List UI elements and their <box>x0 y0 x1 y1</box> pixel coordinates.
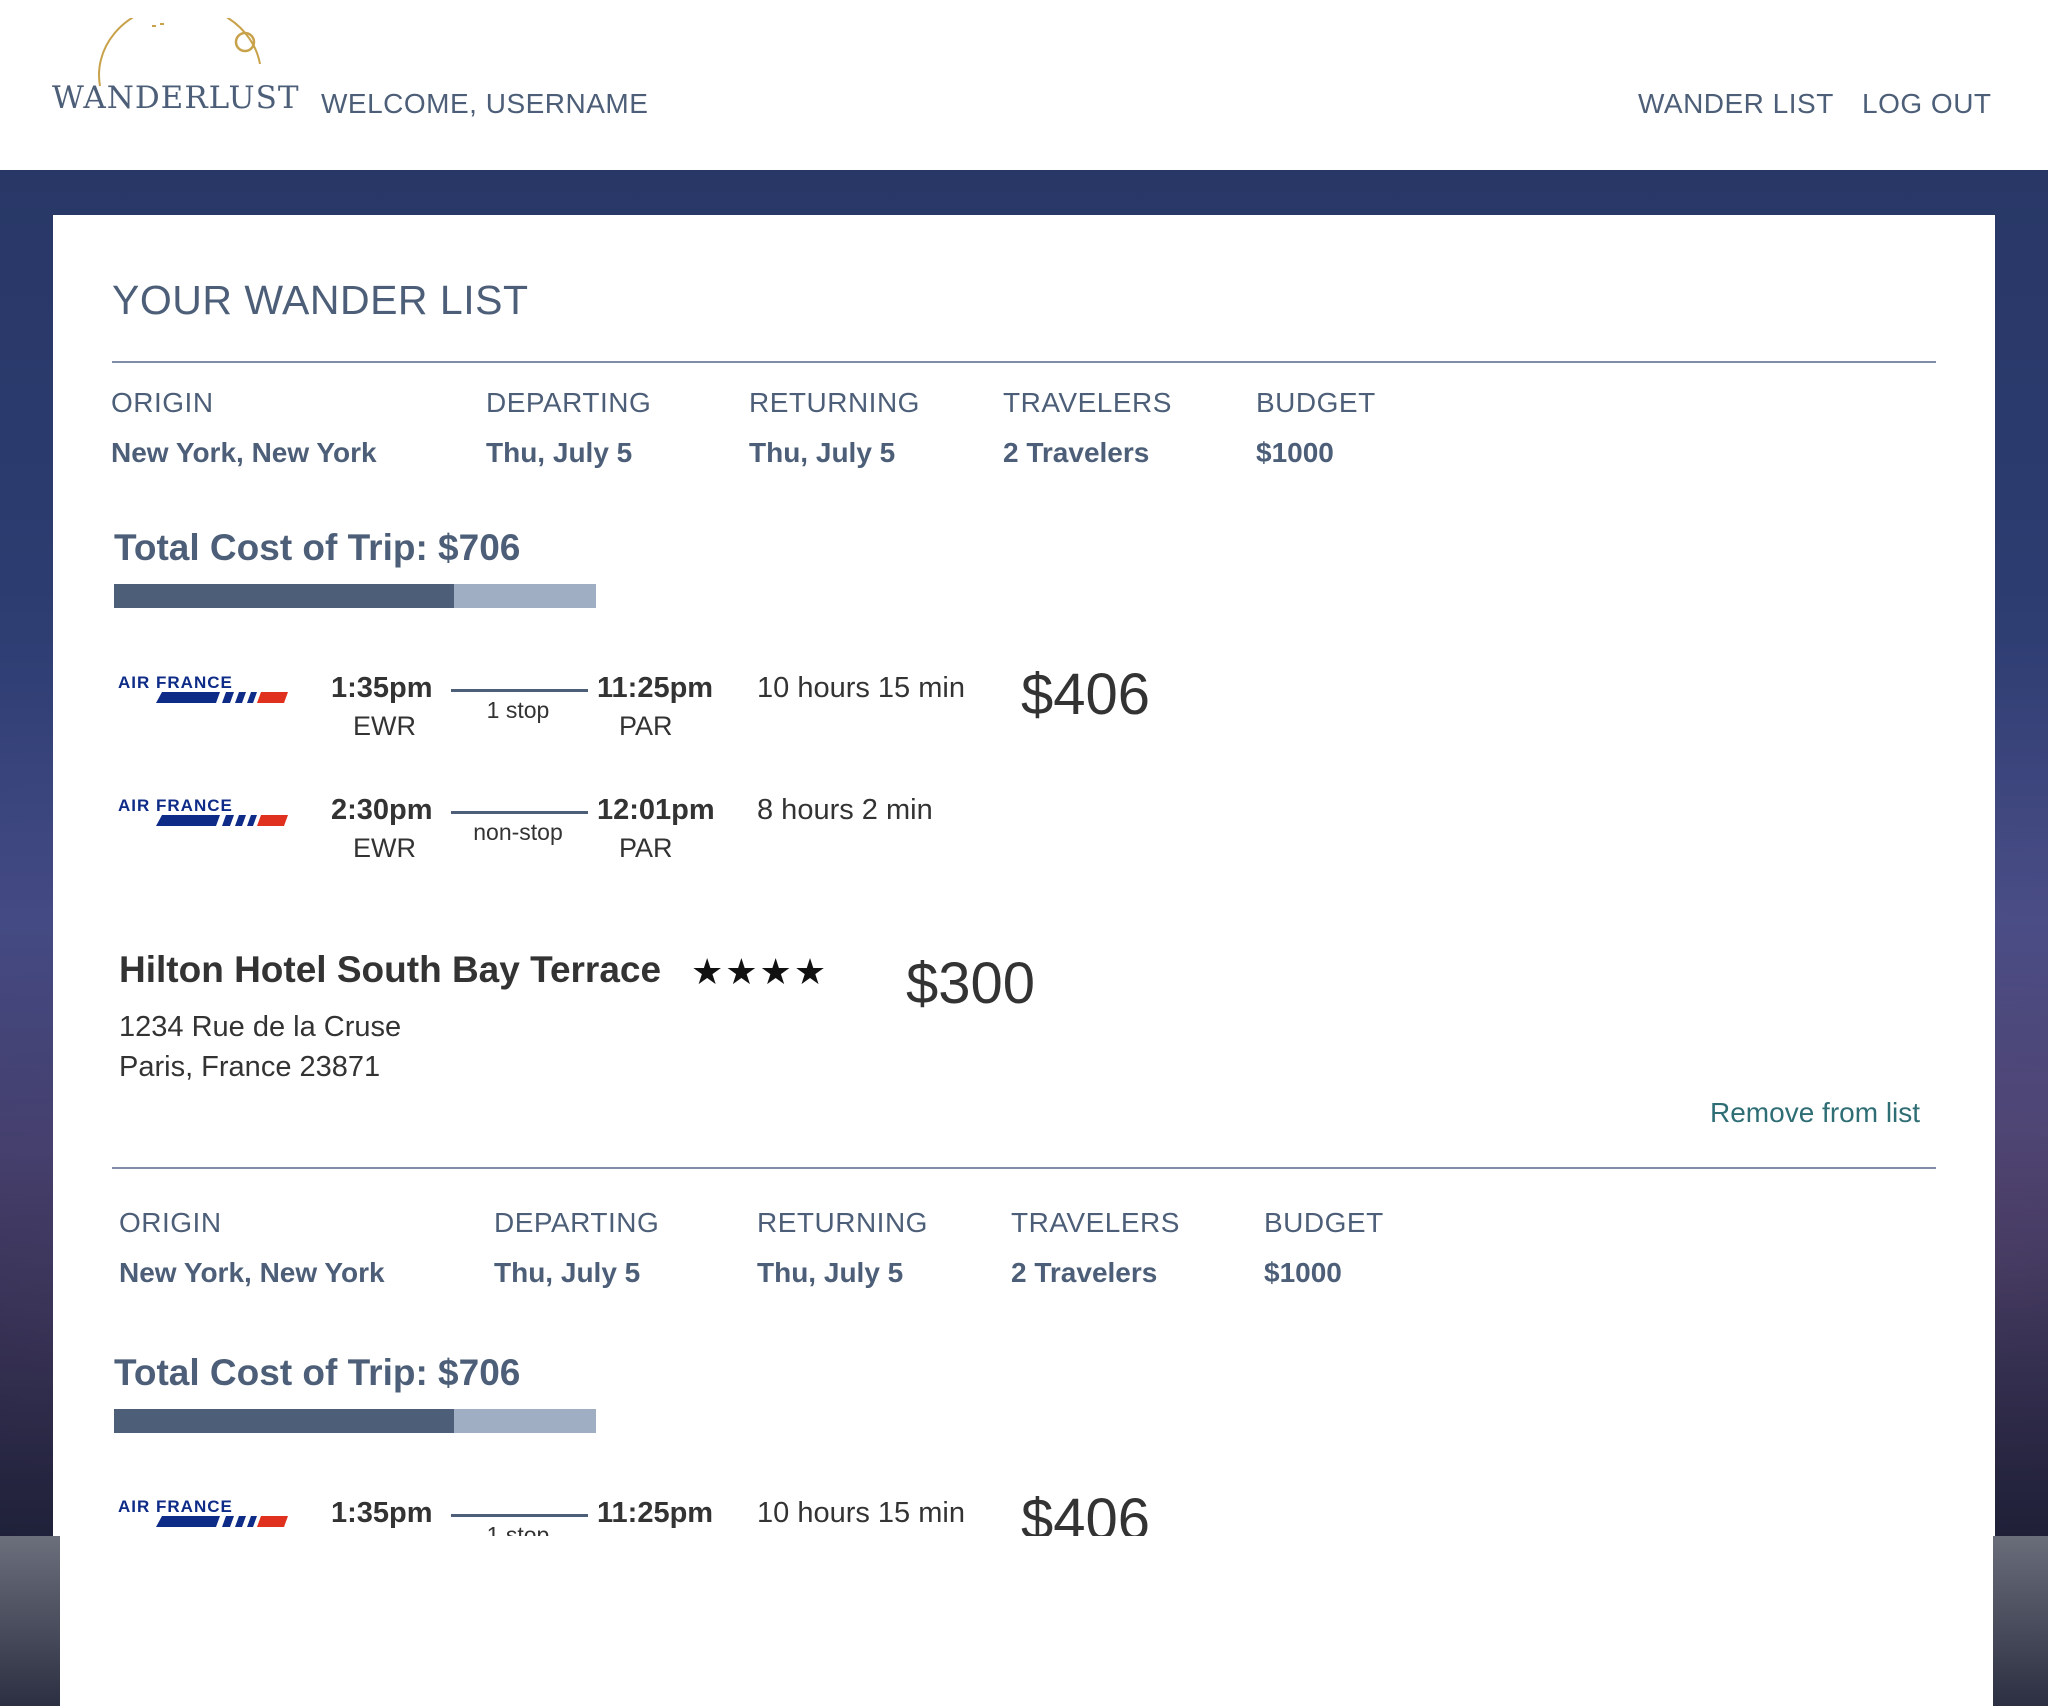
returning-label: RETURNING <box>749 387 920 418</box>
flight-duration: 8 hours 2 min <box>757 794 933 826</box>
budget-value: $1000 <box>1256 437 1334 468</box>
budget-label: BUDGET <box>1256 387 1376 418</box>
flight-route-line <box>451 811 588 814</box>
hotel-address-line1: 1234 Rue de la Cruse <box>119 1011 402 1043</box>
budget-progress-fill <box>114 584 455 608</box>
flight-stops: non-stop <box>473 819 563 845</box>
airline-name: AIR FRANCE <box>118 1497 233 1516</box>
flight-route-line <box>451 689 588 692</box>
origin-label: ORIGIN <box>119 1207 222 1238</box>
top-navbar: WANDERLUST WELCOME, USERNAME WANDER LIST… <box>0 0 2048 170</box>
hotel-star-rating: ★★★★ <box>691 951 829 992</box>
departing-value: Thu, July 5 <box>494 1257 641 1288</box>
departing-label: DEPARTING <box>486 387 652 418</box>
origin-value: New York, New York <box>111 437 377 468</box>
total-cost-heading: Total Cost of Trip: $706 <box>114 1352 521 1393</box>
origin-value: New York, New York <box>119 1257 385 1288</box>
travelers-value: 2 Travelers <box>1003 437 1150 468</box>
air-france-logo: AIR FRANCE <box>118 1497 288 1536</box>
budget-progress-bar <box>114 1409 596 1433</box>
arrive-airport: PAR <box>619 711 673 741</box>
page-title: YOUR WANDER LIST <box>112 277 529 323</box>
air-france-logo: AIR FRANCE <box>118 673 288 713</box>
background-city-left <box>0 1150 60 1706</box>
flight-price: $406 <box>1021 662 1151 727</box>
flight-price: $406 <box>1021 1487 1151 1536</box>
airline-stripes-icon <box>156 692 288 703</box>
depart-airport: EWR <box>353 833 416 863</box>
budget-value: $1000 <box>1264 1257 1342 1288</box>
origin-label: ORIGIN <box>111 387 214 418</box>
airline-name: AIR FRANCE <box>118 673 233 692</box>
wander-list-card: YOUR WANDER LIST ORIGIN DEPARTING RETURN… <box>53 215 1995 1536</box>
welcome-message: WELCOME, USERNAME <box>321 88 649 119</box>
background-city-right <box>1993 1130 2048 1706</box>
airline-stripes-icon <box>156 1516 288 1527</box>
budget-progress-bar <box>114 584 596 608</box>
flight-route-line <box>451 1514 588 1517</box>
departing-value: Thu, July 5 <box>486 437 633 468</box>
returning-value: Thu, July 5 <box>749 437 896 468</box>
divider <box>112 361 1936 363</box>
hotel-price: $300 <box>906 951 1036 1016</box>
air-france-logo: AIR FRANCE <box>118 796 288 836</box>
budget-progress-fill <box>114 1409 455 1433</box>
travelers-label: TRAVELERS <box>1003 387 1172 418</box>
logo-text: WANDERLUST <box>52 80 300 116</box>
returning-label: RETURNING <box>757 1207 928 1238</box>
arrive-time: 11:25pm <box>597 672 714 704</box>
wanderlust-logo[interactable]: WANDERLUST <box>52 18 300 122</box>
budget-label: BUDGET <box>1264 1207 1384 1238</box>
flight-duration: 10 hours 15 min <box>757 1497 965 1529</box>
returning-value: Thu, July 5 <box>757 1257 904 1288</box>
total-cost-heading: Total Cost of Trip: $706 <box>114 527 521 568</box>
departing-label: DEPARTING <box>494 1207 660 1238</box>
hotel-name: Hilton Hotel South Bay Terrace <box>119 949 662 990</box>
nav-log-out-link[interactable]: LOG OUT <box>1862 88 1992 120</box>
flight-stops: 1 stop <box>486 1522 550 1536</box>
arrive-time: 12:01pm <box>597 794 715 826</box>
depart-airport: EWR <box>353 711 416 741</box>
divider <box>112 1167 1936 1169</box>
flight-duration: 10 hours 15 min <box>757 672 965 704</box>
arrive-airport: PAR <box>619 833 673 863</box>
depart-time: 2:30pm <box>331 794 433 826</box>
arrive-time: 11:25pm <box>597 1497 714 1529</box>
travelers-value: 2 Travelers <box>1011 1257 1158 1288</box>
remove-from-list-link[interactable]: Remove from list <box>1710 1097 1920 1129</box>
hotel-address-line2: Paris, France 23871 <box>119 1051 381 1083</box>
depart-time: 1:35pm <box>331 672 433 704</box>
airline-stripes-icon <box>156 815 288 826</box>
sun-arc-icon <box>98 18 261 87</box>
airline-name: AIR FRANCE <box>118 796 233 815</box>
nav-wander-list-link[interactable]: WANDER LIST <box>1638 88 1834 120</box>
flight-stops: 1 stop <box>486 697 550 723</box>
travelers-label: TRAVELERS <box>1011 1207 1180 1238</box>
depart-time: 1:35pm <box>331 1497 433 1529</box>
